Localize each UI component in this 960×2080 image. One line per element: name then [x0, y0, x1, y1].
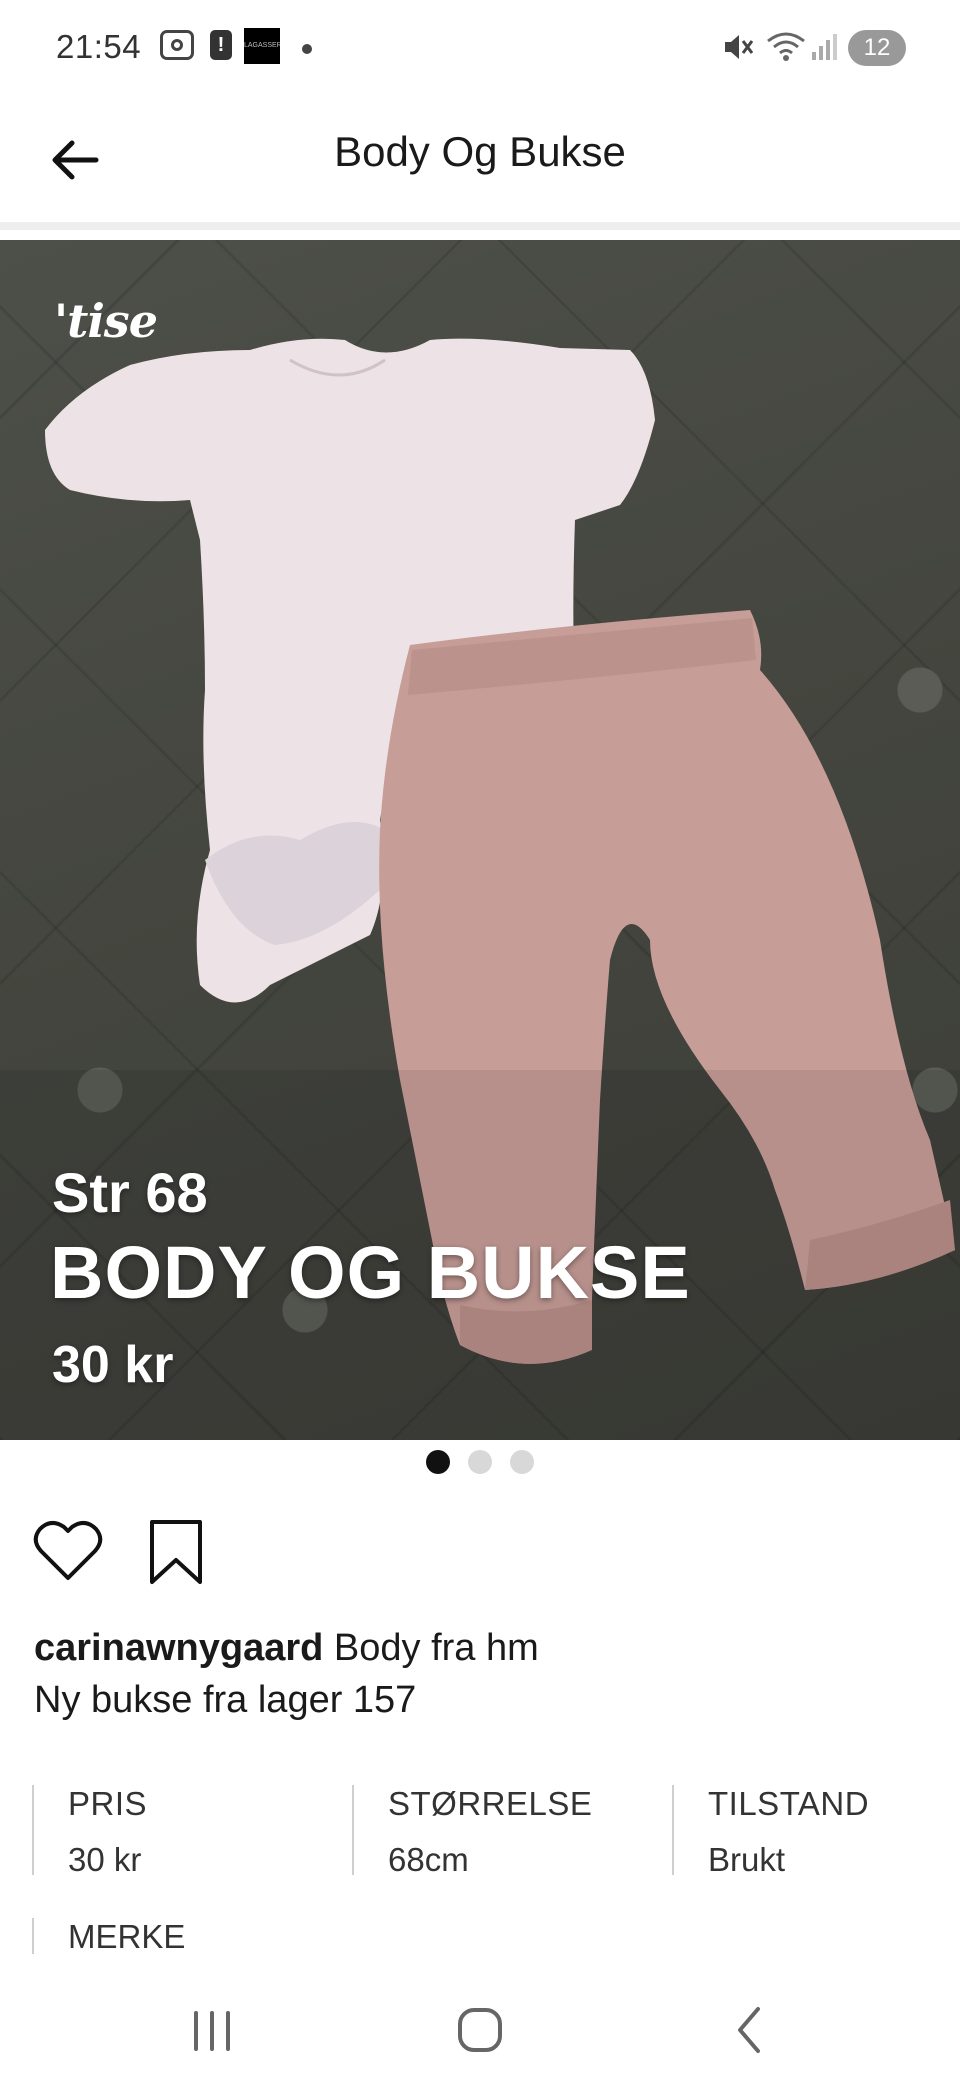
attribute-label: PRIS [68, 1785, 148, 1822]
hero-title-text: BODY OG BUKSE [50, 1231, 691, 1314]
description-line-2: Ny bukse fra lager 157 [34, 1679, 417, 1721]
pager-dot-2[interactable] [468, 1450, 492, 1474]
signal-icon [812, 34, 840, 60]
attribute-brand-label: MERKE [32, 1918, 185, 1955]
hero-price-text: 30 kr [52, 1336, 174, 1394]
tise-watermark: 'tise [54, 294, 158, 348]
hero-size-text: Str 68 [52, 1161, 208, 1224]
attribute-value: Brukt [708, 1841, 786, 1878]
product-image[interactable]: 'tise Str 68 BODY OG BUKSE 30 kr [0, 240, 960, 1440]
status-time: 21:54 [56, 28, 142, 65]
status-bar: 21:54 ! LAGASSERT 12 [0, 0, 960, 100]
app-icon: LAGASSERT [244, 28, 280, 64]
attribute-size: STØRRELSE 68cm [352, 1785, 652, 1878]
image-pager [0, 1450, 960, 1480]
attribute-condition: TILSTAND Brukt [672, 1785, 960, 1878]
attribute-value: 30 kr [68, 1841, 142, 1878]
attribute-value: 68cm [388, 1841, 469, 1878]
system-back-button[interactable] [710, 1995, 790, 2065]
attribute-label: TILSTAND [708, 1785, 870, 1822]
description-line-1: Body fra hm [333, 1627, 539, 1669]
home-icon [458, 2008, 502, 2052]
app-bar: Body Og Bukse [0, 100, 960, 230]
pager-dot-3[interactable] [510, 1450, 534, 1474]
system-nav-bar [0, 1975, 960, 2080]
recent-apps-icon [194, 2011, 230, 2051]
seller-username[interactable]: carinawnygaard [34, 1627, 323, 1669]
bookmark-icon [150, 1520, 202, 1584]
listing-description: carinawnygaard Body fra hm Ny bukse fra … [34, 1622, 914, 1726]
mute-icon [722, 32, 754, 70]
back-icon [738, 2007, 760, 2053]
pager-dot-1[interactable] [426, 1450, 450, 1474]
save-button[interactable] [146, 1516, 206, 1588]
notification-dot-icon [302, 44, 312, 54]
screen-record-icon [160, 30, 194, 60]
notification-count-badge: 12 [848, 30, 906, 66]
attribute-price: PRIS 30 kr [32, 1785, 332, 1878]
recent-apps-button[interactable] [172, 1995, 252, 2065]
heart-icon [33, 1521, 103, 1580]
wifi-icon [766, 30, 806, 69]
attribute-label: STØRRELSE [388, 1785, 593, 1822]
home-button[interactable] [440, 1995, 520, 2065]
page-title: Body Og Bukse [334, 128, 626, 175]
like-button[interactable] [32, 1518, 104, 1584]
alert-icon: ! [210, 30, 232, 60]
